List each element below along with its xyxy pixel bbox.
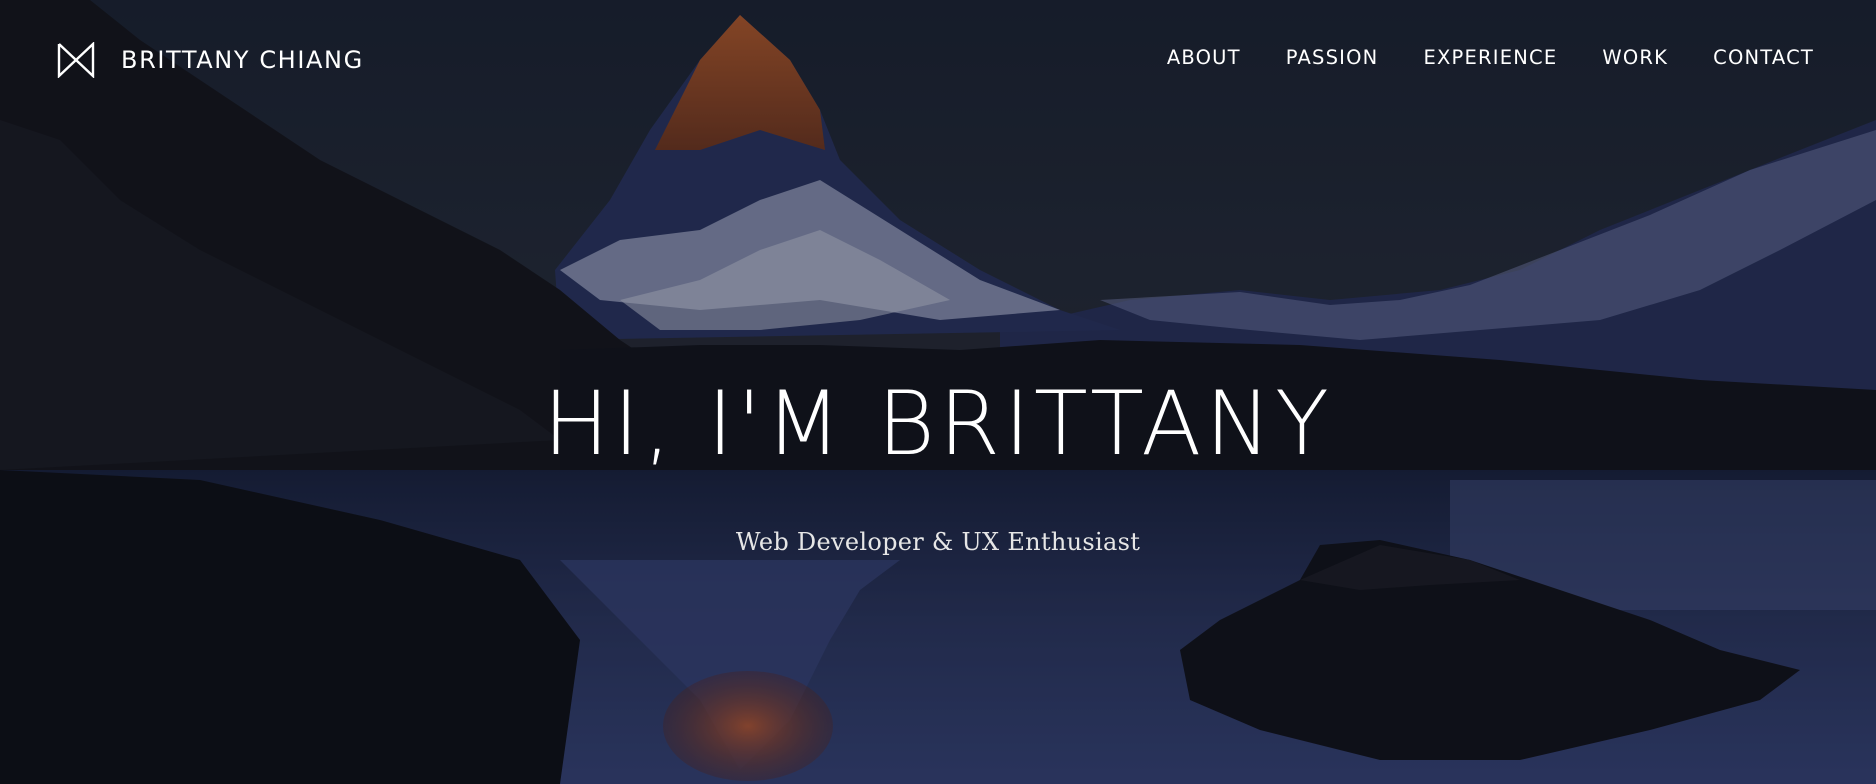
nav-menu: ABOUT PASSION EXPERIENCE WORK CONTACT — [1167, 46, 1814, 69]
nav-item-about[interactable]: ABOUT — [1167, 46, 1241, 69]
brand-home-link[interactable]: BRITTANY CHIANG — [57, 40, 364, 80]
hero-section: BRITTANY CHIANG ABOUT PASSION EXPERIENCE… — [0, 0, 1876, 784]
brand-name: BRITTANY CHIANG — [121, 46, 364, 74]
nav-item-experience[interactable]: EXPERIENCE — [1423, 46, 1557, 69]
hero-subtitle: Web Developer & UX Enthusiast — [735, 528, 1141, 556]
nav-item-passion[interactable]: PASSION — [1286, 46, 1379, 69]
hero-headline: HI, I'M BRITTANY — [543, 372, 1333, 475]
top-navigation: BRITTANY CHIANG ABOUT PASSION EXPERIENCE… — [0, 0, 1876, 120]
nav-item-work[interactable]: WORK — [1602, 46, 1668, 69]
bowtie-logo-icon — [57, 42, 95, 78]
nav-item-contact[interactable]: CONTACT — [1713, 46, 1814, 69]
